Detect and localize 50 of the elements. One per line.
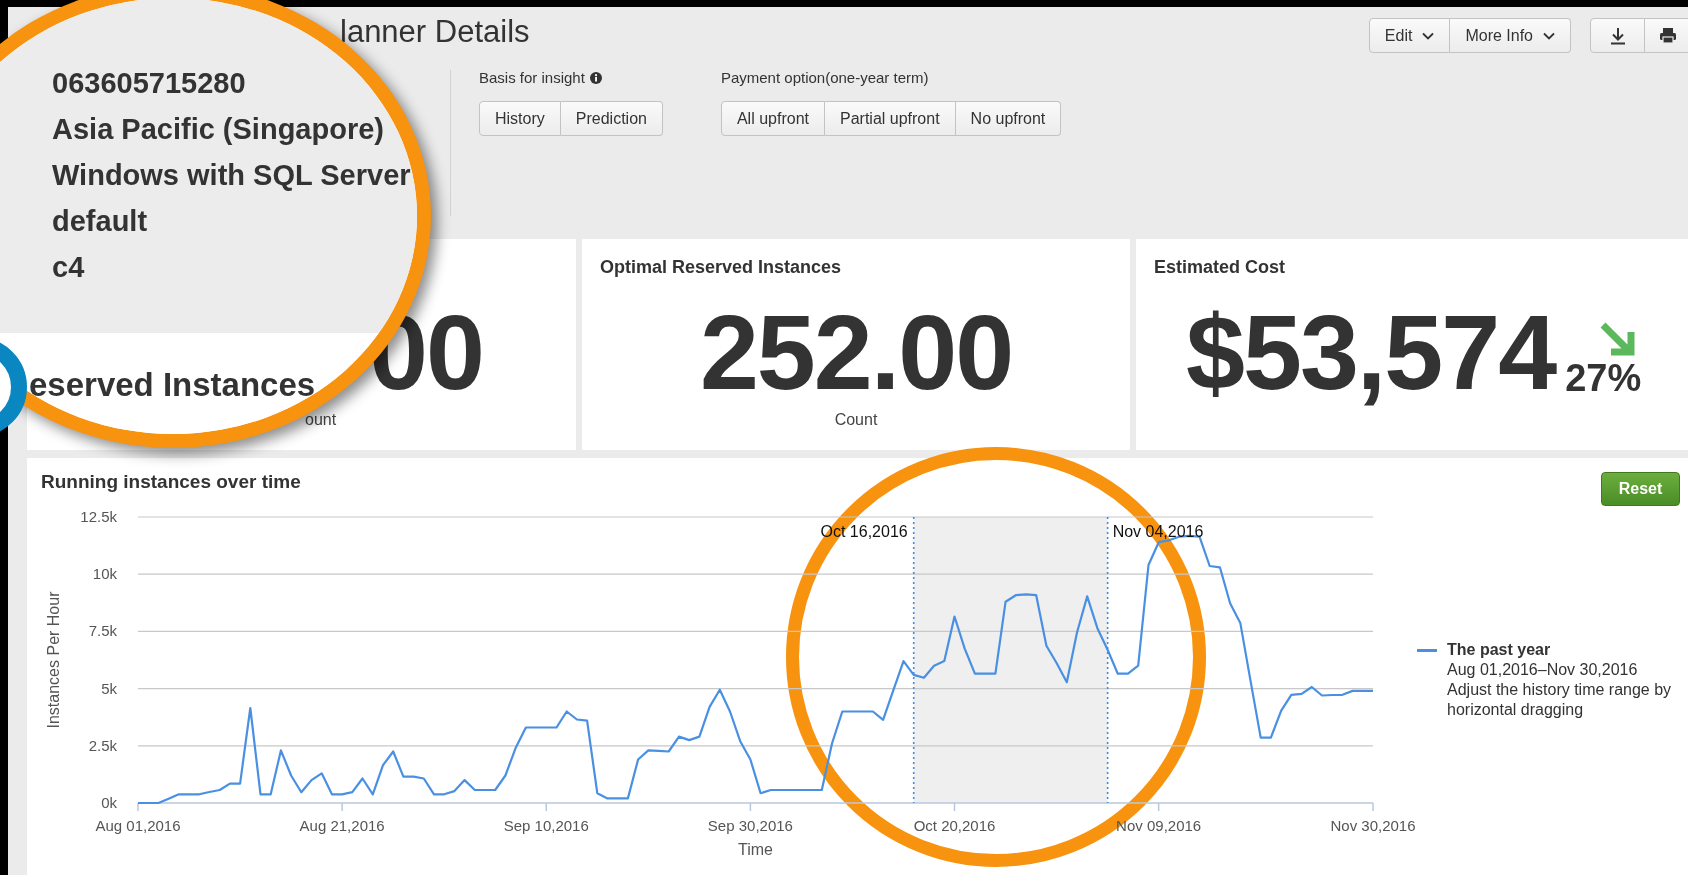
- download-button[interactable]: [1590, 18, 1645, 53]
- tick-label: 0k: [101, 794, 117, 811]
- print-button[interactable]: [1645, 18, 1688, 53]
- tick-label: Nov 30,2016: [1330, 817, 1416, 834]
- card-title: Optimal Reserved Instances: [599, 256, 843, 279]
- tick-label: Sep 30,2016: [707, 817, 793, 834]
- detail-text: 063605715280: [52, 66, 247, 101]
- tick-label: 7.5k: [88, 622, 117, 640]
- tick-label: Aug 01,2016: [95, 817, 181, 834]
- detail-text: Windows with SQL Server: [52, 158, 412, 193]
- unit-label: Count: [834, 410, 878, 430]
- field-label: Payment option(one-year term): [720, 67, 929, 88]
- change-percent: 27%: [1565, 358, 1642, 398]
- field-label: Basis for insight: [479, 67, 585, 88]
- legend-text: Aug 01,2016–Nov 30,2016: [1447, 660, 1639, 680]
- dropdown-button[interactable]: Edit: [1368, 18, 1451, 53]
- tick-label: 10k: [92, 565, 117, 583]
- option-button[interactable]: All upfront: [720, 101, 825, 136]
- axis-title: Instances Per Hour: [45, 591, 62, 729]
- option-button[interactable]: History: [479, 101, 561, 136]
- dropdown-button[interactable]: More Info: [1450, 18, 1571, 53]
- caret-icon: [1543, 31, 1555, 40]
- card-title: Estimated Cost: [1153, 256, 1287, 279]
- caret-icon: [1422, 31, 1435, 40]
- detail-text: Asia Pacific (Singapore): [52, 112, 385, 147]
- legend-name: The past year: [1447, 640, 1552, 660]
- detail-text: default: [52, 204, 149, 239]
- legend-swatch: [1417, 649, 1437, 652]
- option-button[interactable]: Partial upfront: [825, 101, 956, 136]
- axis-title: Time: [738, 841, 773, 858]
- tick-label: Nov 09,2016: [1116, 817, 1202, 834]
- metric-value: 252.00: [699, 302, 1013, 402]
- legend-text: Adjust the history time range by horizontal dragging: [1447, 680, 1673, 720]
- download-icon: [1609, 26, 1626, 45]
- info-icon: [589, 72, 602, 84]
- tick-label: Sep 10,2016: [503, 817, 589, 834]
- tick-label: 12.5k: [80, 508, 117, 525]
- printer-icon: [1659, 27, 1677, 44]
- tick-label: 2.5k: [88, 736, 117, 754]
- unit-label: ount: [305, 410, 338, 430]
- detail-text: c4: [52, 250, 86, 285]
- chart-title: Running instances over time: [40, 470, 301, 494]
- down-right-arrow-icon: [1599, 322, 1638, 358]
- tick-label: Aug 21,2016: [299, 817, 385, 834]
- magnified-title: eserved Instances: [29, 365, 317, 405]
- option-button[interactable]: No upfront: [955, 101, 1062, 136]
- page-title: lanner Details: [340, 14, 530, 50]
- option-button[interactable]: Prediction: [560, 101, 663, 136]
- tick-label: 5k: [101, 679, 117, 697]
- tick-label: Oct 20,2016: [913, 817, 996, 834]
